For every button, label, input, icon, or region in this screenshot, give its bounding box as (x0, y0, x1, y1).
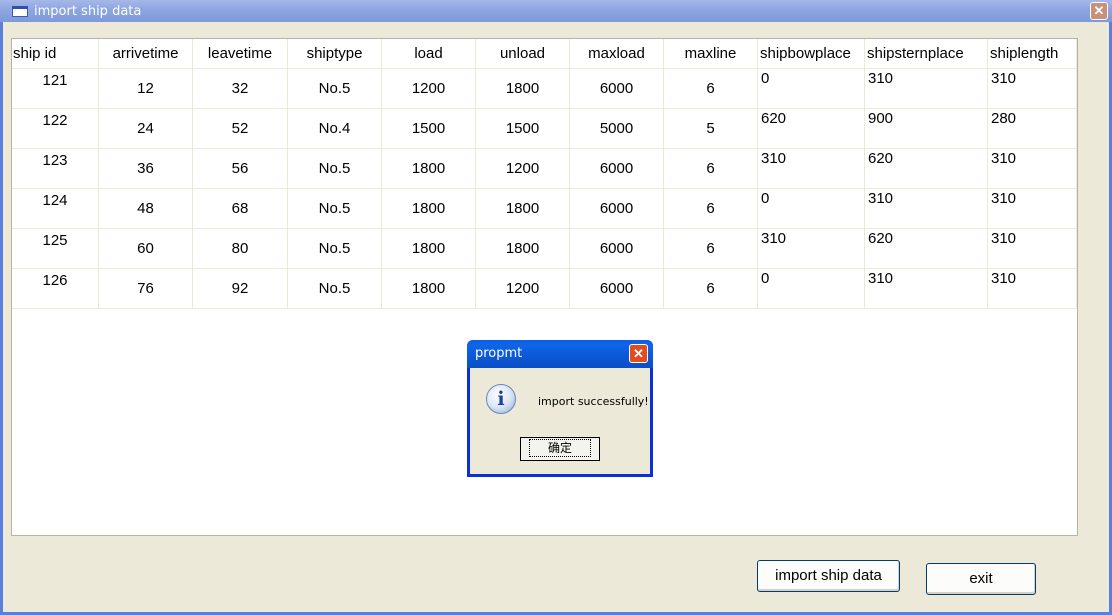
table-cell[interactable]: 900 (865, 109, 988, 149)
table-cell[interactable]: 620 (758, 109, 865, 149)
title-bar[interactable]: import ship data ✕ (0, 0, 1112, 22)
column-header[interactable]: arrivetime (99, 39, 193, 69)
column-header[interactable]: shipsternplace (865, 39, 988, 69)
column-header[interactable]: shiplength (988, 39, 1077, 69)
ok-button-label: 确定 (528, 439, 591, 457)
column-header[interactable]: maxload (570, 39, 664, 69)
table-cell[interactable]: 5000 (570, 109, 664, 149)
table-cell[interactable]: 1800 (382, 189, 476, 229)
table-row[interactable]: 121 12 32 No.5 1200 1800 6000 6 0 310 310 (12, 69, 1077, 109)
table-row[interactable]: 126 76 92 No.5 1800 1200 6000 6 0 310 310 (12, 269, 1077, 309)
table-cell[interactable]: 310 (988, 69, 1077, 109)
table-row[interactable]: 123 36 56 No.5 1800 1200 6000 6 310 620 310 (12, 149, 1077, 189)
table-cell[interactable]: 310 (865, 269, 988, 309)
table-cell[interactable]: 126 (12, 269, 99, 309)
column-header[interactable]: ship id (12, 39, 99, 69)
table-cell[interactable]: 620 (865, 229, 988, 269)
table-cell[interactable]: 1800 (382, 229, 476, 269)
table-cell[interactable]: 1800 (476, 229, 570, 269)
table-cell[interactable]: 1200 (476, 149, 570, 189)
table-cell[interactable]: No.5 (288, 269, 382, 309)
table-cell[interactable]: 310 (988, 269, 1077, 309)
column-header[interactable]: shipbowplace (758, 39, 865, 69)
table-cell[interactable]: 6000 (570, 69, 664, 109)
table-cell[interactable]: No.4 (288, 109, 382, 149)
table-cell[interactable]: 92 (193, 269, 288, 309)
table-cell[interactable]: 6000 (570, 269, 664, 309)
prompt-dialog: propmt ✕ i import successfully! 确定 (467, 340, 653, 477)
table-cell[interactable]: 56 (193, 149, 288, 189)
table-row[interactable]: 122 24 52 No.4 1500 1500 5000 5 620 900 280 (12, 109, 1077, 149)
table-cell[interactable]: 1800 (382, 149, 476, 189)
table-cell[interactable]: 1800 (382, 269, 476, 309)
table-cell[interactable]: 6 (664, 269, 758, 309)
table-cell[interactable]: No.5 (288, 229, 382, 269)
table-cell[interactable]: 6 (664, 69, 758, 109)
close-icon[interactable]: ✕ (1090, 2, 1108, 20)
table-cell[interactable]: 0 (758, 69, 865, 109)
window-icon (12, 6, 28, 17)
table-cell[interactable]: 1500 (476, 109, 570, 149)
column-header[interactable]: maxline (664, 39, 758, 69)
table-cell[interactable]: 80 (193, 229, 288, 269)
table-cell[interactable]: 68 (193, 189, 288, 229)
table-cell[interactable]: 1500 (382, 109, 476, 149)
table-cell[interactable]: 6000 (570, 229, 664, 269)
table-cell[interactable]: 24 (99, 109, 193, 149)
table-row[interactable]: 124 48 68 No.5 1800 1800 6000 6 0 310 310 (12, 189, 1077, 229)
table-cell[interactable]: 123 (12, 149, 99, 189)
table-cell[interactable]: 310 (865, 189, 988, 229)
table-cell[interactable]: 52 (193, 109, 288, 149)
table-cell[interactable]: 0 (758, 189, 865, 229)
table-cell[interactable]: 6000 (570, 149, 664, 189)
column-header[interactable]: leavetime (193, 39, 288, 69)
info-icon: i (486, 384, 516, 414)
exit-button[interactable]: exit (926, 563, 1036, 595)
table-cell[interactable]: 280 (988, 109, 1077, 149)
ok-button[interactable]: 确定 (520, 437, 600, 461)
table-cell[interactable]: 5 (664, 109, 758, 149)
table-cell[interactable]: 310 (988, 229, 1077, 269)
table-cell[interactable]: 6000 (570, 189, 664, 229)
table-cell[interactable]: 6 (664, 229, 758, 269)
dialog-title: propmt (475, 346, 523, 361)
table-cell[interactable]: 48 (99, 189, 193, 229)
table-cell[interactable]: 310 (758, 229, 865, 269)
table-cell[interactable]: 0 (758, 269, 865, 309)
table-cell[interactable]: 6 (664, 149, 758, 189)
table-header: ship id arrivetime leavetime shiptype load un… (12, 39, 1077, 69)
table-cell[interactable]: 6 (664, 189, 758, 229)
dialog-title-bar[interactable]: propmt ✕ (467, 340, 653, 368)
table-cell[interactable]: 76 (99, 269, 193, 309)
table-cell[interactable]: 60 (99, 229, 193, 269)
table-cell[interactable]: 1800 (476, 189, 570, 229)
table-cell[interactable]: 125 (12, 229, 99, 269)
main-window: import ship data ✕ ship id arrivetime leav… (0, 0, 1112, 615)
table-cell[interactable]: 1800 (476, 69, 570, 109)
table-cell[interactable]: 310 (988, 149, 1077, 189)
dialog-close-icon[interactable]: ✕ (629, 344, 648, 363)
table-cell[interactable]: 124 (12, 189, 99, 229)
import-ship-data-button[interactable]: import ship data (757, 560, 900, 592)
table-row[interactable]: 125 60 80 No.5 1800 1800 6000 6 310 620 310 (12, 229, 1077, 269)
column-header[interactable]: load (382, 39, 476, 69)
table-cell[interactable]: 32 (193, 69, 288, 109)
table-cell[interactable]: No.5 (288, 69, 382, 109)
table-cell[interactable]: No.5 (288, 189, 382, 229)
table-cell[interactable]: 310 (988, 189, 1077, 229)
dialog-message: import successfully! (538, 395, 649, 408)
table-cell[interactable]: 121 (12, 69, 99, 109)
window-title: import ship data (34, 4, 142, 19)
table-cell[interactable]: 310 (865, 69, 988, 109)
table-cell[interactable]: 620 (865, 149, 988, 189)
table-cell[interactable]: No.5 (288, 149, 382, 189)
table-cell[interactable]: 1200 (476, 269, 570, 309)
table-cell[interactable]: 122 (12, 109, 99, 149)
column-header[interactable]: unload (476, 39, 570, 69)
table-cell[interactable]: 1200 (382, 69, 476, 109)
table-cell[interactable]: 12 (99, 69, 193, 109)
table-cell[interactable]: 310 (758, 149, 865, 189)
table-cell[interactable]: 36 (99, 149, 193, 189)
column-header[interactable]: shiptype (288, 39, 382, 69)
